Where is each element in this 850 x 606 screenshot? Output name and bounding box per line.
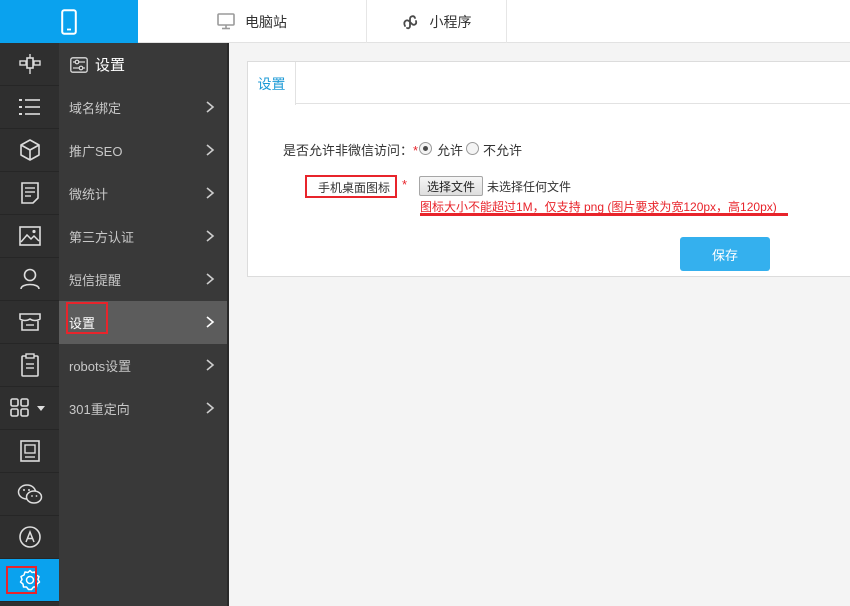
rail-item-app-store[interactable] — [0, 516, 59, 559]
satellite-icon — [18, 54, 41, 74]
file-status: 未选择任何文件 — [487, 180, 572, 194]
submenu-item-stats[interactable]: 微统计 — [59, 172, 227, 215]
hint-underline — [420, 213, 788, 216]
submenu-item-label: robots设置 — [69, 359, 132, 374]
chevron-right-icon — [206, 402, 215, 414]
chevron-right-icon — [206, 230, 215, 242]
chevron-right-icon — [206, 144, 215, 156]
rail-item-cube[interactable] — [0, 129, 59, 172]
settings-submenu: 设置 域名绑定 推广SEO 微统计 第三方认证 短信提醒 设置 robots设置… — [59, 43, 227, 606]
radio-allow[interactable] — [419, 142, 432, 155]
submenu-item-label: 域名绑定 — [69, 101, 122, 116]
submenu-item-settings[interactable]: 设置 — [59, 301, 227, 344]
submenu-item-label-wrap: 设置 — [66, 302, 108, 334]
submenu-item-third-party[interactable]: 第三方认证 — [59, 215, 227, 258]
tab-pc-site[interactable]: 电脑站 — [138, 0, 367, 43]
submenu-item-redirect[interactable]: 301重定向 — [59, 387, 227, 430]
top-bar: 电脑站 小程序 — [0, 0, 850, 43]
cube-icon — [19, 139, 40, 161]
user-icon — [19, 268, 40, 290]
rail-item-apps[interactable] — [0, 387, 59, 430]
radio-disallow[interactable] — [466, 142, 479, 155]
apps-grid-icon — [9, 398, 45, 417]
rail-item-clipboard[interactable] — [0, 344, 59, 387]
image-icon — [18, 226, 41, 246]
tab-mini-program-label: 小程序 — [429, 13, 472, 30]
rail-item-image[interactable] — [0, 215, 59, 258]
chevron-down-icon — [36, 406, 45, 411]
highlight-box — [305, 175, 397, 198]
store-icon — [18, 313, 41, 331]
submenu-item-seo[interactable]: 推广SEO — [59, 129, 227, 172]
picture-frame-icon — [19, 440, 40, 462]
radio-allow-label: 允许 — [437, 143, 464, 158]
rail-item-wechat[interactable] — [0, 473, 59, 516]
panel-header: 设置 — [248, 62, 850, 105]
tab-mobile[interactable] — [0, 0, 138, 43]
app-store-icon — [18, 526, 41, 548]
chevron-right-icon — [206, 359, 215, 371]
tab-pc-site-label: 电脑站 — [245, 13, 287, 30]
submenu-item-robots[interactable]: robots设置 — [59, 344, 227, 387]
divider — [227, 43, 229, 606]
list-icon — [18, 99, 40, 115]
save-button[interactable]: 保存 — [680, 237, 770, 271]
highlight-box — [66, 302, 108, 334]
highlight-box — [6, 566, 37, 594]
submenu-item-sms[interactable]: 短信提醒 — [59, 258, 227, 301]
submenu-item-label: 短信提醒 — [69, 273, 122, 288]
rail-item-user[interactable] — [0, 258, 59, 301]
required-mark: * — [402, 177, 408, 192]
chevron-right-icon — [206, 187, 215, 199]
rail-item-satellite[interactable] — [0, 43, 59, 86]
tab-mini-program[interactable]: 小程序 — [367, 0, 507, 43]
submenu-item-label: 微统计 — [69, 187, 109, 202]
submenu-item-label: 第三方认证 — [69, 230, 135, 245]
tab-settings[interactable]: 设置 — [248, 62, 296, 105]
wechat-icon — [17, 484, 42, 504]
mini-program-icon — [402, 13, 420, 31]
wechat-access-label: 是否允许非微信访问：* — [283, 143, 419, 158]
chevron-right-icon — [206, 316, 215, 328]
rail-item-list[interactable] — [0, 86, 59, 129]
submenu-title: 设置 — [59, 43, 227, 86]
submenu-item-label: 301重定向 — [69, 402, 130, 417]
document-icon — [20, 182, 39, 204]
choose-file-button[interactable]: 选择文件 — [419, 176, 483, 196]
icon-rail — [0, 43, 59, 606]
rail-item-store[interactable] — [0, 301, 59, 344]
submenu-item-label: 推广SEO — [69, 144, 123, 159]
sliders-icon — [70, 56, 88, 73]
radio-disallow-label: 不允许 — [483, 143, 523, 158]
chevron-right-icon — [206, 273, 215, 285]
clipboard-icon — [20, 353, 39, 377]
rail-item-document[interactable] — [0, 172, 59, 215]
submenu-item-domain[interactable]: 域名绑定 — [59, 86, 227, 129]
mobile-icon — [61, 8, 77, 35]
rail-item-frame[interactable] — [0, 430, 59, 473]
chevron-right-icon — [206, 101, 215, 113]
submenu-title-label: 设置 — [95, 57, 126, 74]
rail-item-settings[interactable] — [0, 559, 59, 602]
monitor-icon — [217, 13, 235, 30]
